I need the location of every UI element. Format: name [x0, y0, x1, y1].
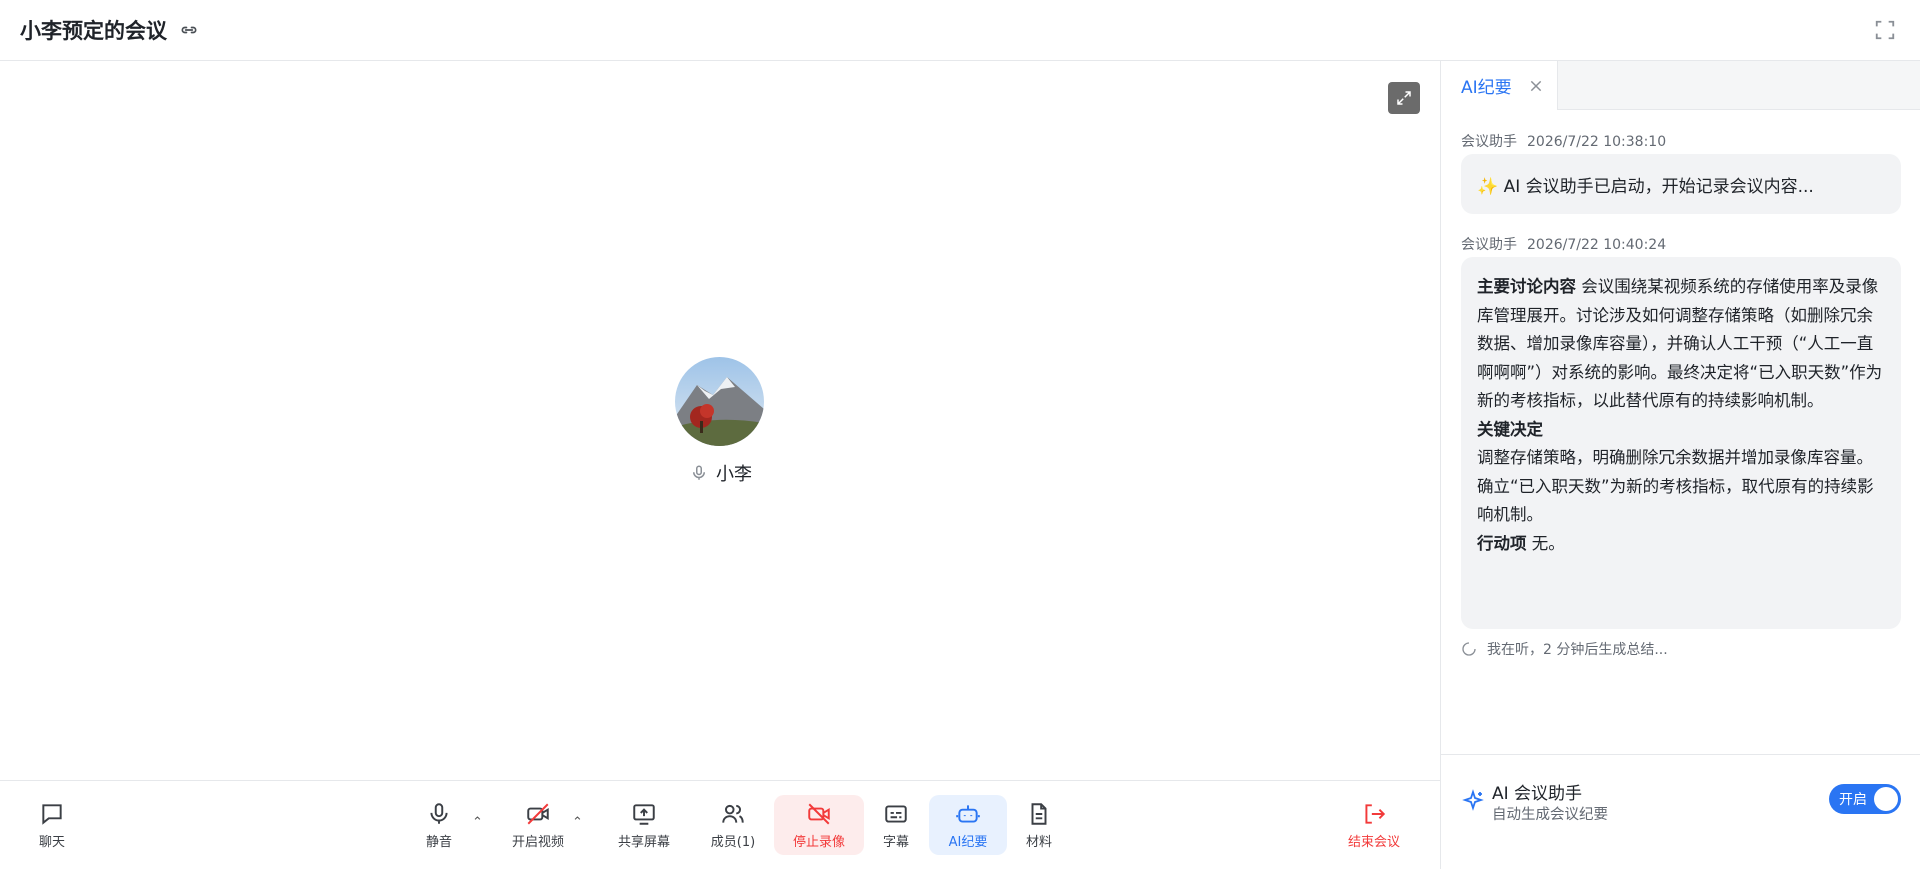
message-bubble: ✨ AI 会议助手已启动，开始记录会议内容...: [1461, 154, 1901, 214]
key-decisions: 关键决定: [1477, 416, 1885, 445]
start-video-button[interactable]: 开启视频: [508, 795, 568, 855]
message-meta: 会议助手 2026/7/22 10:40:24: [1461, 234, 1666, 254]
robot-icon: [956, 804, 980, 823]
top-bar: 小李预定的会议: [0, 0, 1920, 61]
ai-summary-label: AI纪要: [948, 834, 988, 850]
toggle-label: 开启: [1839, 792, 1867, 808]
message-time: 2026/7/22 10:38:10: [1527, 134, 1667, 150]
materials-button[interactable]: 材料: [1024, 795, 1054, 855]
expand-icon: [1397, 91, 1411, 105]
end-meeting-label: 结束会议: [1348, 834, 1401, 850]
ai-summary-button[interactable]: AI纪要: [929, 795, 1007, 855]
assistant-subtitle: 自动生成会议纪要: [1492, 807, 1608, 823]
subtitles-icon: [885, 804, 907, 823]
mute-options-caret[interactable]: ⌃: [472, 815, 483, 830]
action-items-text: 无。: [1531, 533, 1565, 553]
decision-item: 确立“已入职天数”为新的考核指标，取代原有的持续影响机制。: [1477, 476, 1874, 525]
chat-label: 聊天: [38, 834, 65, 850]
assistant-title: AI 会议助手: [1492, 784, 1583, 804]
members-label: 成员(1): [710, 834, 756, 850]
sparkle-icon: [1462, 789, 1484, 811]
toggle-knob: [1874, 787, 1898, 811]
members-icon: [722, 804, 744, 823]
mute-button[interactable]: 静音: [420, 795, 458, 855]
end-meeting-button[interactable]: 结束会议: [1348, 795, 1400, 855]
meeting-toolbar: 聊天 静音 ⌃ 开启视频 ⌃ 共享屏幕 成员(1) 停止录像 字幕 AI纪要 材…: [0, 780, 1440, 869]
share-screen-button[interactable]: 共享屏幕: [614, 795, 674, 855]
recording-off-icon: [808, 803, 830, 824]
message-sender: 会议助手: [1461, 237, 1517, 253]
meeting-title: 小李预定的会议: [20, 19, 167, 43]
mute-label: 静音: [425, 834, 452, 850]
share-screen-icon: [633, 803, 655, 825]
avatar: [675, 357, 764, 446]
message-sender: 会议助手: [1461, 134, 1517, 150]
members-button[interactable]: 成员(1): [703, 795, 763, 855]
participant-label: 小李: [690, 460, 752, 486]
expand-video-button[interactable]: [1388, 82, 1420, 114]
video-off-icon: [527, 803, 549, 824]
panel-tabs: AI纪要: [1441, 61, 1920, 110]
participant-name: 小李: [716, 464, 752, 485]
decision-item: 调整存储策略，明确删除冗余数据并增加录像库容量。: [1477, 448, 1873, 467]
share-screen-label: 共享屏幕: [617, 834, 670, 850]
summary-bubble: 主要讨论内容 会议围绕某视频系统的存储使用率及录像库管理展开。讨论涉及如何调整存…: [1461, 257, 1901, 629]
loading-spinner-icon: [1462, 642, 1476, 656]
microphone-icon: [693, 465, 705, 480]
listening-text: 我在听，2 分钟后生成总结...: [1487, 642, 1668, 658]
video-options-caret[interactable]: ⌃: [572, 815, 583, 830]
action-items: 行动项 无。: [1477, 530, 1885, 559]
start-video-label: 开启视频: [511, 834, 564, 850]
listening-status: 我在听，2 分钟后生成总结...: [1461, 639, 1668, 659]
fullscreen-icon[interactable]: [1874, 19, 1896, 41]
subtitles-label: 字幕: [882, 834, 909, 850]
message-meta: 会议助手 2026/7/22 10:38:10: [1461, 131, 1666, 151]
assistant-footer: AI 会议助手 自动生成会议纪要 开启: [1441, 754, 1920, 869]
stop-recording-button[interactable]: 停止录像: [774, 795, 864, 855]
exit-icon: [1365, 803, 1386, 824]
main-discussion-title: 主要讨论内容: [1477, 277, 1576, 296]
microphone-icon: [430, 802, 448, 824]
main-discussion: 主要讨论内容 会议围绕某视频系统的存储使用率及录像库管理展开。讨论涉及如何调整存…: [1477, 273, 1885, 416]
document-icon: [1031, 802, 1047, 825]
message-text: ✨ AI 会议助手已启动，开始记录会议内容...: [1477, 176, 1814, 197]
close-icon[interactable]: [1528, 78, 1544, 94]
tabs-background: [1558, 61, 1920, 109]
tab-ai-summary[interactable]: AI纪要: [1441, 61, 1558, 110]
chat-button[interactable]: 聊天: [32, 795, 72, 855]
message-time: 2026/7/22 10:40:24: [1527, 237, 1667, 253]
stop-recording-label: 停止录像: [792, 834, 845, 850]
materials-label: 材料: [1025, 834, 1052, 850]
tab-label: AI纪要: [1461, 78, 1512, 98]
key-decisions-title: 关键决定: [1477, 419, 1543, 439]
ai-summary-panel: AI纪要 会议助手 2026/7/22 10:38:10 ✨ AI 会议助手已启动…: [1440, 61, 1920, 869]
assistant-toggle[interactable]: 开启: [1829, 784, 1901, 814]
action-items-title: 行动项: [1477, 533, 1527, 553]
chat-icon: [42, 803, 62, 825]
video-stage: 小李: [0, 61, 1440, 780]
main-discussion-text: 会议围绕某视频系统的存储使用率及录像库管理展开。讨论涉及如何调整存储策略（如删除…: [1477, 277, 1883, 410]
link-icon[interactable]: [179, 20, 199, 40]
subtitles-button[interactable]: 字幕: [881, 795, 911, 855]
